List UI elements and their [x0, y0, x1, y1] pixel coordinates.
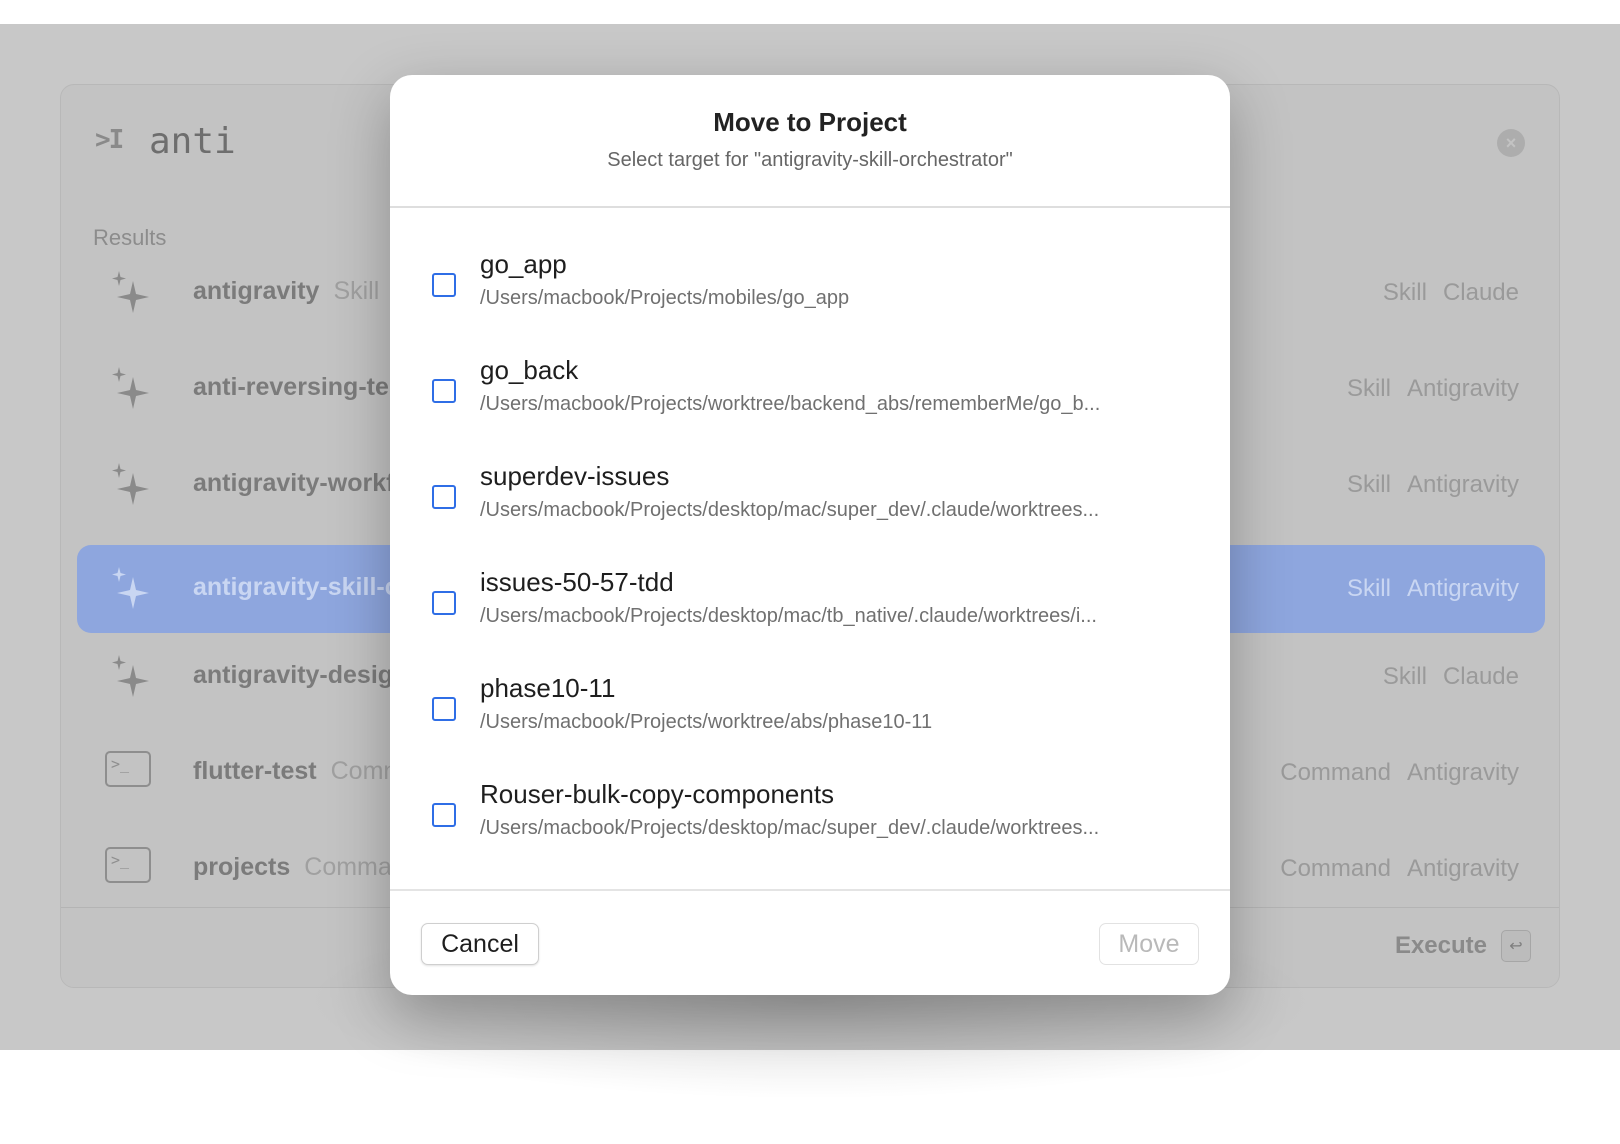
- move-to-project-dialog: Move to Project Select target for "antig…: [390, 75, 1230, 995]
- type-tag: Command: [1280, 855, 1391, 882]
- project-option[interactable]: go_app /Users/macbook/Projects/mobiles/g…: [390, 241, 1230, 347]
- type-tag: Skill: [1382, 663, 1427, 690]
- project-checkbox[interactable]: [432, 803, 456, 827]
- project-checkbox[interactable]: [432, 591, 456, 615]
- project-path: /Users/macbook/Projects/mobiles/go_app: [480, 287, 850, 309]
- divider: [390, 889, 1230, 891]
- project-path: /Users/macbook/Projects/desktop/mac/tb_n…: [480, 605, 1097, 627]
- project-option[interactable]: superdev-issues /Users/macbook/Projects/…: [390, 453, 1230, 559]
- source-tag: Antigravity: [1406, 575, 1519, 602]
- source-tag: Antigravity: [1406, 759, 1519, 786]
- result-name: antigravity-workf: [193, 469, 395, 497]
- project-name: superdev-issues: [480, 461, 670, 491]
- dialog-subtitle: Select target for "antigravity-skill-orc…: [607, 149, 1013, 171]
- project-checkbox[interactable]: [432, 697, 456, 721]
- search-query[interactable]: anti: [149, 121, 236, 162]
- source-tag: Antigravity: [1406, 855, 1519, 882]
- project-option[interactable]: go_back /Users/macbook/Projects/worktree…: [390, 347, 1230, 453]
- project-path: /Users/macbook/Projects/desktop/mac/supe…: [480, 499, 1100, 521]
- type-tag: Skill: [1346, 471, 1391, 498]
- source-tag: Claude: [1442, 663, 1519, 690]
- project-name: Rouser-bulk-copy-components: [480, 779, 835, 809]
- type-tag: Command: [1280, 759, 1391, 786]
- type-tag: Skill: [1382, 279, 1427, 306]
- project-name: go_app: [480, 249, 567, 279]
- sparkle-icon: [112, 567, 149, 609]
- project-checkbox[interactable]: [432, 485, 456, 509]
- project-option[interactable]: phase10-11 /Users/macbook/Projects/workt…: [390, 665, 1230, 771]
- project-path: /Users/macbook/Projects/desktop/mac/supe…: [480, 817, 1100, 839]
- source-tag: Claude: [1442, 279, 1519, 306]
- project-checkbox[interactable]: [432, 379, 456, 403]
- result-name: antigravity-desig: [193, 661, 394, 689]
- results-heading: Results: [93, 225, 167, 250]
- result-name: antigravity: [193, 277, 320, 305]
- terminal-icon: >_: [105, 847, 151, 883]
- result-kind: Skill: [333, 277, 380, 305]
- return-key-icon: ↩: [1501, 930, 1531, 962]
- project-path: /Users/macbook/Projects/worktree/backend…: [480, 393, 1101, 415]
- type-tag: Skill: [1346, 375, 1391, 402]
- project-name: issues-50-57-tdd: [480, 567, 674, 597]
- type-tag: Skill: [1346, 575, 1391, 602]
- cancel-button[interactable]: Cancel: [421, 923, 539, 965]
- sparkle-icon: [112, 367, 149, 409]
- prompt-icon: >I: [95, 125, 124, 155]
- sparkle-icon: [112, 463, 149, 505]
- divider: [390, 206, 1230, 208]
- project-checkbox[interactable]: [432, 273, 456, 297]
- project-name: phase10-11: [480, 673, 616, 703]
- result-name: flutter-test: [193, 757, 317, 785]
- source-tag: Antigravity: [1406, 375, 1519, 402]
- clear-icon[interactable]: ×: [1497, 129, 1525, 157]
- sparkle-icon: [112, 271, 149, 313]
- move-button[interactable]: Move: [1099, 923, 1199, 965]
- result-kind: Commar: [304, 853, 401, 881]
- dialog-title: Move to Project: [713, 107, 907, 137]
- result-name: anti-reversing-te: [193, 373, 389, 401]
- terminal-icon: >_: [105, 751, 151, 787]
- result-name: antigravity-skill-c: [193, 573, 399, 601]
- result-name: projects: [193, 853, 291, 881]
- project-option[interactable]: issues-50-57-tdd /Users/macbook/Projects…: [390, 559, 1230, 665]
- result-kind: Comn: [330, 757, 398, 785]
- sparkle-icon: [112, 655, 149, 697]
- project-option[interactable]: Rouser-bulk-copy-components /Users/macbo…: [390, 771, 1230, 877]
- source-tag: Antigravity: [1406, 471, 1519, 498]
- execute-label[interactable]: Execute: [1395, 932, 1487, 960]
- project-path: /Users/macbook/Projects/worktree/abs/pha…: [480, 711, 933, 733]
- project-name: go_back: [480, 355, 579, 385]
